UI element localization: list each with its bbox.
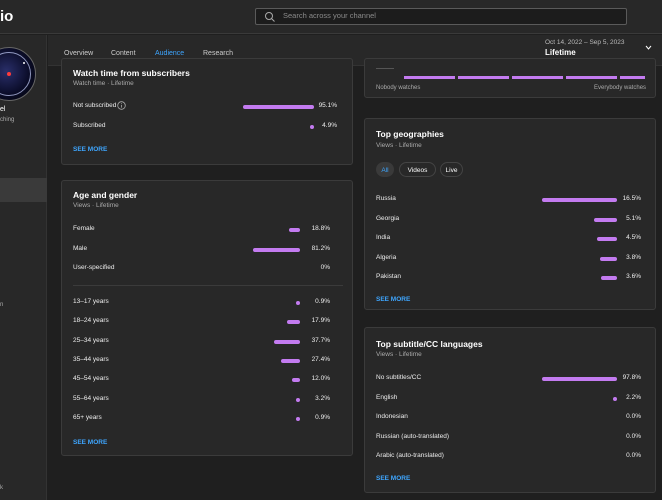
- row-value: 0.0%: [626, 432, 641, 440]
- card-subtitle: Views · Lifetime: [73, 202, 119, 209]
- see-more-link[interactable]: SEE MORE: [73, 439, 107, 446]
- tab-audience[interactable]: Audience: [155, 50, 184, 57]
- card-title: Top subtitle/CC languages: [376, 339, 483, 349]
- row-value: 3.8%: [626, 253, 641, 261]
- age-gender-card: Age and gender Views · Lifetime SEE MORE…: [61, 180, 353, 456]
- tab-overview[interactable]: Overview: [64, 50, 93, 57]
- row-label: Subscribed: [73, 122, 106, 129]
- row-label: English: [376, 393, 398, 401]
- sidebar-item-analytics[interactable]: [0, 178, 47, 202]
- row-label: User-specified: [73, 264, 115, 271]
- row-label: Russian (auto-translated): [376, 432, 449, 440]
- row-value: 4.5%: [626, 234, 641, 241]
- avatar-ring: [0, 52, 31, 96]
- see-more-link[interactable]: SEE MORE: [376, 475, 410, 482]
- card-subtitle: Views · Lifetime: [376, 142, 422, 149]
- row-value: 97.8%: [622, 374, 641, 381]
- row-value: 0%: [320, 264, 330, 271]
- row-value: 0.9%: [315, 298, 330, 305]
- tab-research[interactable]: Research: [203, 50, 233, 57]
- section-divider: [73, 285, 343, 286]
- row-value: 27.4%: [311, 355, 330, 363]
- row-label: 55–64 years: [73, 394, 109, 402]
- row-label: 35–44 years: [73, 355, 109, 363]
- row-label: Not subscribed: [73, 102, 117, 109]
- search-icon: [265, 12, 275, 22]
- row-value: 37.7%: [311, 336, 330, 344]
- row-value: 12.0%: [311, 375, 330, 383]
- channel-avatar[interactable]: [0, 47, 36, 101]
- search-input[interactable]: Search across your channel: [283, 11, 376, 20]
- row-label: 18–24 years: [73, 317, 109, 325]
- row-label: Male: [73, 244, 88, 252]
- scale-segment: [458, 76, 509, 79]
- row-label: 65+ years: [73, 413, 102, 421]
- see-more-link[interactable]: SEE MORE: [376, 296, 410, 303]
- row-label: Female: [73, 225, 95, 232]
- row-label: 45–54 years: [73, 375, 109, 383]
- chip-all[interactable]: All: [376, 162, 394, 177]
- row-value: 81.2%: [311, 244, 330, 252]
- card-title: Age and gender: [73, 190, 138, 200]
- row-value: 4.9%: [322, 122, 337, 129]
- scale-segment: [566, 76, 617, 79]
- row-value: 2.2%: [626, 393, 641, 401]
- row-value: 0.0%: [626, 413, 641, 420]
- avatar-star: [23, 62, 25, 64]
- row-value: 16.5%: [622, 195, 641, 202]
- audience-scale-card: Nobody watches Everybody watches: [364, 58, 656, 98]
- scale-segment: [512, 76, 563, 79]
- period-selector[interactable]: Lifetime: [545, 48, 576, 57]
- row-label: Arabic (auto-translated): [376, 452, 444, 459]
- row-label: No subtitles/CC: [376, 374, 422, 381]
- row-label: Pakistan: [376, 273, 401, 280]
- scale-segment: [620, 76, 645, 79]
- row-value: 3.2%: [315, 394, 330, 402]
- info-icon[interactable]: [117, 101, 126, 110]
- watch-time-subscribers-card: Watch time from subscribers Watch time ·…: [61, 58, 353, 165]
- channel-subtitle: ching: [0, 117, 15, 123]
- card-subtitle: Views · Lifetime: [376, 351, 422, 358]
- search-box[interactable]: Search across your channel: [255, 8, 627, 25]
- row-label: Russia: [376, 195, 396, 202]
- date-range[interactable]: Oct 14, 2022 – Sep 5, 2023: [545, 39, 625, 46]
- row-label: 25–34 years: [73, 336, 109, 344]
- row-value: 18.8%: [311, 225, 330, 232]
- chip-live[interactable]: Live: [440, 162, 463, 177]
- channel-name: el: [0, 106, 6, 113]
- row-label: Indonesian: [376, 413, 408, 420]
- sidebar-item-label[interactable]: k: [0, 485, 3, 491]
- scale-label-fragment: [376, 68, 394, 69]
- card-title: Watch time from subscribers: [73, 68, 190, 78]
- scale-segment: [404, 76, 455, 79]
- card-subtitle: Watch time · Lifetime: [73, 80, 134, 87]
- top-geographies-card: Top geographies Views · Lifetime All Vid…: [364, 118, 656, 310]
- tab-content[interactable]: Content: [111, 50, 136, 57]
- row-label: Algeria: [376, 253, 397, 261]
- row-label: 13–17 years: [73, 298, 109, 305]
- row-label: Georgia: [376, 214, 400, 222]
- row-value: 3.6%: [626, 273, 641, 280]
- row-value: 95.1%: [318, 102, 337, 109]
- avatar-dot: [7, 72, 11, 76]
- scale-left-label: Nobody watches: [376, 85, 421, 91]
- top-subtitle-languages-card: Top subtitle/CC languages Views · Lifeti…: [364, 327, 656, 493]
- chip-videos[interactable]: Videos: [399, 162, 436, 177]
- card-title: Top geographies: [376, 129, 444, 139]
- top-bar: io Search across your channel: [0, 0, 662, 34]
- sidebar: el ching n k: [0, 35, 47, 500]
- row-value: 0.9%: [315, 413, 330, 421]
- chevron-down-icon[interactable]: [645, 44, 652, 51]
- row-label: India: [376, 234, 391, 241]
- sidebar-item-label[interactable]: n: [0, 302, 3, 308]
- scale-right-label: Everybody watches: [594, 85, 647, 91]
- row-value: 17.9%: [311, 317, 330, 325]
- see-more-link[interactable]: SEE MORE: [73, 146, 107, 153]
- row-value: 5.1%: [626, 214, 641, 222]
- row-value: 0.0%: [626, 452, 641, 459]
- studio-logo[interactable]: io: [0, 8, 13, 25]
